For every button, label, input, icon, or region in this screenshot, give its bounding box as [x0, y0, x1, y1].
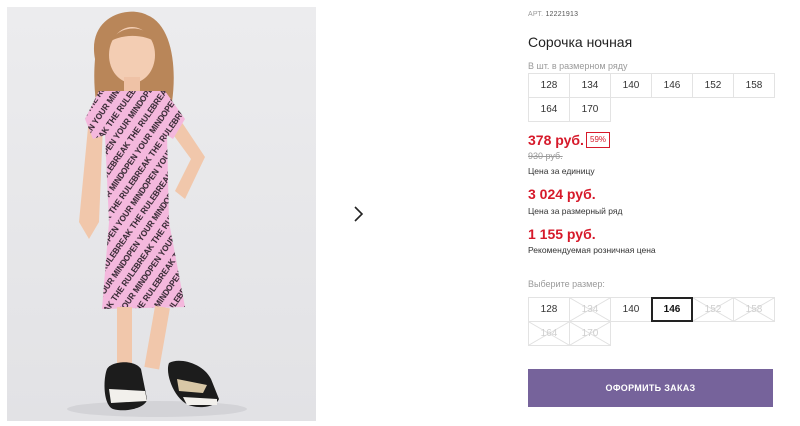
- old-price: 930 руб.: [528, 151, 563, 161]
- size-option-label: 146: [663, 304, 681, 315]
- retail-price: 1 155 руб.: [528, 226, 596, 242]
- order-button[interactable]: ОФОРМИТЬ ЗАКАЗ: [528, 369, 773, 407]
- size-option-140[interactable]: 140: [610, 297, 652, 322]
- choose-size-label: Выберите размер:: [528, 279, 605, 289]
- size-option-158: 158: [733, 297, 775, 322]
- size-option-label: 140: [622, 304, 640, 315]
- size-option-128[interactable]: 128: [528, 297, 570, 322]
- product-gallery: OPEN YOUR MIND BREAK THE RULES: [0, 0, 392, 426]
- discount-badge: 59%: [586, 132, 611, 148]
- product-photo-illustration: OPEN YOUR MIND BREAK THE RULES: [7, 7, 316, 421]
- pack-size-cell: 158: [733, 73, 775, 98]
- product-title: Сорочка ночная: [528, 34, 633, 50]
- chevron-right-icon: [354, 206, 364, 222]
- retail-price-caption: Рекомендуемая розничная цена: [528, 245, 656, 255]
- size-option-170: 170: [569, 321, 611, 346]
- article: АРТ. 12221913: [528, 11, 578, 18]
- size-option-152: 152: [692, 297, 734, 322]
- pack-size-cell: 128: [528, 73, 570, 98]
- row-price: 3 024 руб.: [528, 186, 596, 202]
- size-option-label: 158: [745, 304, 763, 315]
- pack-size-cell: 140: [610, 73, 652, 98]
- pack-size-cell: 146: [651, 73, 693, 98]
- choose-size-grid: 128 134 140 146 152 158 164 170: [528, 297, 775, 346]
- row-price-caption: Цена за размерный ряд: [528, 206, 623, 216]
- pack-sizes-label: В шт. в размерном ряду: [528, 61, 628, 71]
- size-option-label: 170: [581, 328, 599, 339]
- article-label: АРТ.: [528, 11, 544, 18]
- pack-size-cell: 170: [569, 97, 611, 122]
- size-option-146[interactable]: 146: [651, 297, 693, 322]
- size-option-label: 164: [540, 328, 558, 339]
- pack-size-cell: 134: [569, 73, 611, 98]
- product-photo: OPEN YOUR MIND BREAK THE RULES: [7, 7, 316, 421]
- unit-price: 378 руб.: [528, 132, 584, 148]
- size-option-134: 134: [569, 297, 611, 322]
- pack-size-cell: 152: [692, 73, 734, 98]
- size-option-label: 134: [581, 304, 599, 315]
- unit-price-caption: Цена за единицу: [528, 166, 595, 176]
- size-option-label: 128: [540, 304, 558, 315]
- next-image-button[interactable]: [339, 195, 377, 233]
- pack-size-grid: 128 134 140 146 152 158 164 170: [528, 73, 775, 122]
- size-option-164: 164: [528, 321, 570, 346]
- article-number: 12221913: [545, 11, 579, 18]
- size-option-label: 152: [704, 304, 722, 315]
- pack-size-cell: 164: [528, 97, 570, 122]
